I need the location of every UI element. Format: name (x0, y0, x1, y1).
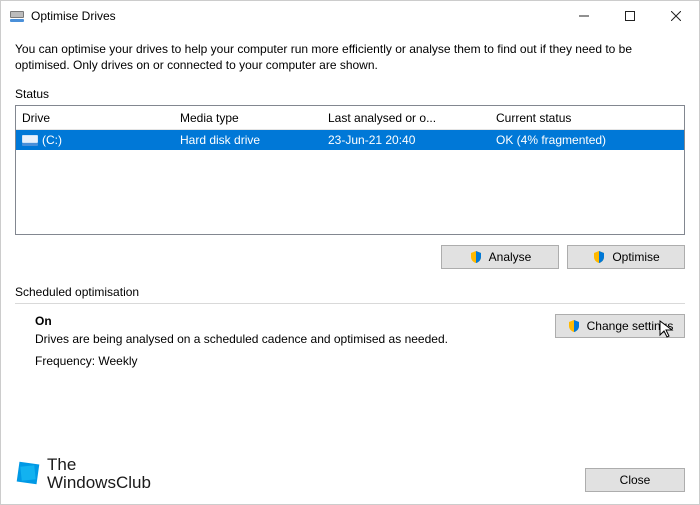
cell-last: 23-Jun-21 20:40 (322, 133, 490, 147)
drives-table: Drive Media type Last analysed or o... C… (15, 105, 685, 235)
col-status-header[interactable]: Current status (490, 111, 684, 125)
app-icon (9, 8, 25, 24)
cell-status: OK (4% fragmented) (490, 133, 684, 147)
close-window-button[interactable] (653, 1, 699, 31)
cell-drive: (C:) (42, 133, 62, 147)
scheduled-freq: Frequency: Weekly (35, 354, 555, 368)
intro-text: You can optimise your drives to help you… (15, 41, 685, 73)
close-button[interactable]: Close (585, 468, 685, 492)
scheduled-on: On (35, 314, 555, 328)
watermark-icon (15, 460, 41, 489)
analyse-button[interactable]: Analyse (441, 245, 559, 269)
col-media-header[interactable]: Media type (174, 111, 322, 125)
maximize-button[interactable] (607, 1, 653, 31)
watermark-line1: The (47, 456, 151, 474)
cell-media: Hard disk drive (174, 133, 322, 147)
change-settings-label: Change settings (587, 319, 674, 333)
watermark: The WindowsClub (15, 456, 585, 492)
optimise-label: Optimise (612, 250, 659, 264)
minimize-button[interactable] (561, 1, 607, 31)
scheduled-desc: Drives are being analysed on a scheduled… (35, 332, 555, 346)
change-settings-button[interactable]: Change settings (555, 314, 685, 338)
col-drive-header[interactable]: Drive (16, 111, 174, 125)
table-header: Drive Media type Last analysed or o... C… (16, 106, 684, 130)
window-title: Optimise Drives (31, 9, 116, 23)
close-label: Close (620, 473, 651, 487)
scheduled-label: Scheduled optimisation (15, 285, 685, 299)
titlebar: Optimise Drives (1, 1, 699, 31)
table-row[interactable]: (C:) Hard disk drive 23-Jun-21 20:40 OK … (16, 130, 684, 150)
status-label: Status (15, 87, 685, 101)
drive-icon (22, 133, 38, 147)
shield-icon (567, 319, 581, 333)
watermark-line2: WindowsClub (47, 473, 151, 492)
analyse-label: Analyse (489, 250, 532, 264)
shield-icon (592, 250, 606, 264)
divider (15, 303, 685, 304)
col-last-header[interactable]: Last analysed or o... (322, 111, 490, 125)
optimise-button[interactable]: Optimise (567, 245, 685, 269)
shield-icon (469, 250, 483, 264)
